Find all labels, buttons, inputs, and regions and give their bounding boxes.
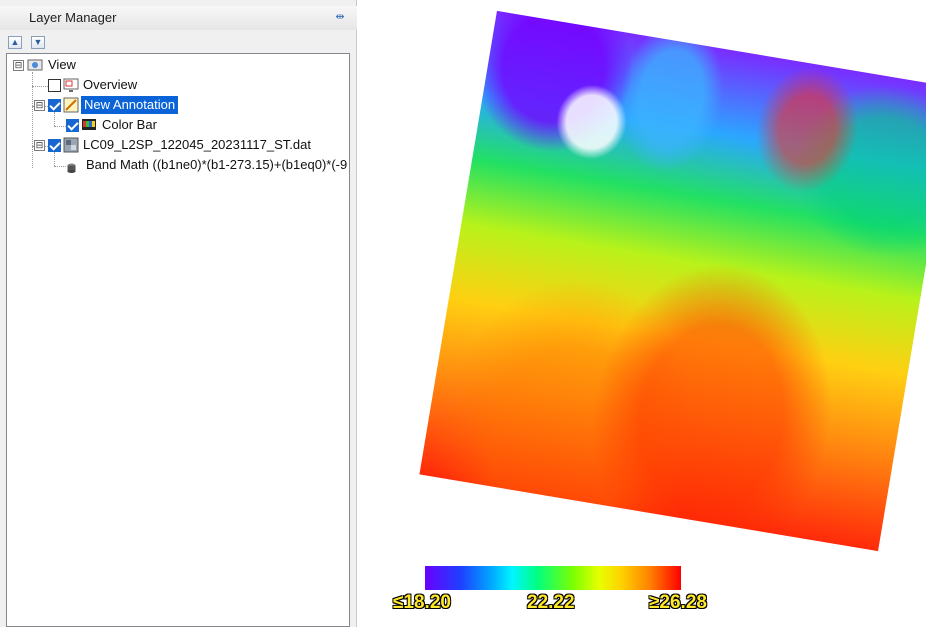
- color-bar-mid-label: 22.22: [527, 592, 575, 613]
- collapse-toggle[interactable]: ⊟: [34, 140, 45, 151]
- layer-manager-panel: Layer Manager ⇹ ▲ ▼ ⊟ View Overview ⊟ Ne…: [0, 0, 357, 627]
- collapse-toggle[interactable]: ⊟: [34, 100, 45, 111]
- tree-item-dataset[interactable]: ⊟ LC09_L2SP_122045_20231117_ST.dat: [7, 136, 347, 154]
- color-bar-checkbox[interactable]: [66, 119, 79, 132]
- view-icon: [27, 57, 43, 73]
- color-bar-min-label: ≤18.20: [393, 592, 451, 613]
- move-down-button[interactable]: ▼: [31, 36, 45, 49]
- band-icon: [67, 160, 76, 173]
- tree-item-label: New Annotation: [81, 96, 179, 114]
- tree-item-view[interactable]: ⊟ View: [7, 56, 347, 74]
- tree-item-overview[interactable]: Overview: [7, 76, 347, 94]
- overview-icon: [63, 77, 79, 93]
- tree-item-band-math[interactable]: Band Math ((b1ne0)*(b1-273.15)+(b1eq0)*(…: [7, 156, 347, 174]
- dataset-checkbox[interactable]: [48, 139, 61, 152]
- collapse-toggle[interactable]: ⊟: [13, 60, 24, 71]
- panel-header: Layer Manager ⇹: [0, 6, 357, 30]
- color-bar-icon: [81, 117, 97, 133]
- tree-item-label: Color Bar: [102, 117, 157, 132]
- tree-item-label: Overview: [83, 77, 138, 92]
- move-up-button[interactable]: ▲: [8, 36, 22, 49]
- tree-item-new-annotation[interactable]: ⊟ New Annotation: [7, 96, 347, 114]
- tree-item-color-bar[interactable]: Color Bar: [7, 116, 347, 134]
- pin-icon[interactable]: ⇹: [332, 10, 348, 25]
- tree-item-label: Band Math ((b1ne0)*(b1-273.15)+(b1eq0)*(…: [86, 157, 348, 172]
- panel-title: Layer Manager: [29, 10, 117, 25]
- layer-tree: ⊟ View Overview ⊟ New Annotation Color B…: [6, 53, 350, 627]
- color-bar-max-label: ≥26.28: [649, 592, 707, 613]
- tree-item-label: LC09_L2SP_122045_20231117_ST.dat: [83, 137, 311, 152]
- overview-checkbox[interactable]: [48, 79, 61, 92]
- color-bar: [425, 566, 681, 590]
- raster-icon: [63, 137, 79, 153]
- annotation-checkbox[interactable]: [48, 99, 61, 112]
- tree-item-label: View: [48, 57, 76, 72]
- annotation-icon: [63, 97, 79, 113]
- raster-image: [419, 10, 926, 552]
